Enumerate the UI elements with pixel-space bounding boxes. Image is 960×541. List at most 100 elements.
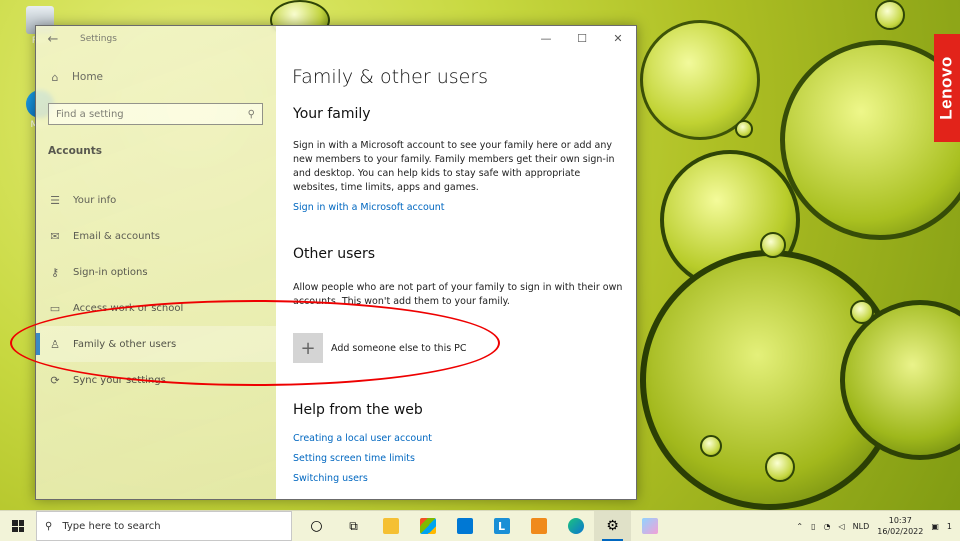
wallpaper-bubble bbox=[760, 232, 786, 258]
notification-center-icon[interactable]: ▣ bbox=[931, 522, 939, 531]
home-icon: ⌂ bbox=[51, 70, 59, 84]
people-icon: ♙ bbox=[50, 337, 60, 351]
search-icon: ⚲ bbox=[45, 520, 53, 532]
plus-icon: + bbox=[293, 333, 323, 363]
store-button[interactable] bbox=[409, 511, 446, 541]
volume-icon[interactable]: ◁ bbox=[838, 522, 844, 531]
close-button[interactable]: ✕ bbox=[600, 26, 636, 50]
network-icon[interactable]: ◔ bbox=[823, 522, 830, 531]
sidebar-item-access-work[interactable]: ▭ Access work or school bbox=[36, 290, 276, 326]
person-card-icon: ☰ bbox=[50, 193, 60, 207]
settings-content: — ☐ ✕ Family & other users Your family S… bbox=[276, 26, 636, 499]
sidebar-item-label: Sign-in options bbox=[73, 266, 148, 278]
edge-icon bbox=[567, 518, 584, 534]
search-input[interactable]: Find a setting ⚲ bbox=[48, 103, 263, 125]
file-explorer-button[interactable] bbox=[372, 511, 409, 541]
edge-button[interactable] bbox=[557, 511, 594, 541]
maximize-button[interactable]: ☐ bbox=[564, 26, 600, 50]
mail-button[interactable] bbox=[446, 511, 483, 541]
sidebar-item-label: Sync your settings bbox=[73, 374, 166, 386]
back-arrow-icon: ← bbox=[47, 31, 59, 47]
lenovo-logo-text: Lenovo bbox=[937, 56, 957, 120]
sidebar-item-your-info[interactable]: ☰ Your info bbox=[36, 182, 276, 218]
sidebar-item-label: Your info bbox=[73, 194, 117, 206]
sidebar-item-family-other-users[interactable]: ♙ Family & other users bbox=[36, 326, 276, 362]
section-label: Accounts bbox=[48, 145, 103, 157]
battery-icon[interactable]: ▯ bbox=[811, 522, 815, 531]
wallpaper-bubble bbox=[765, 452, 795, 482]
app-icon bbox=[530, 518, 547, 534]
taskbar-apps: ○ ⧉ L ⚙ bbox=[298, 511, 668, 541]
l-app-button[interactable]: L bbox=[483, 511, 520, 541]
wallpaper-bubble bbox=[735, 120, 753, 138]
close-icon: ✕ bbox=[613, 31, 623, 45]
sidebar-item-sync-settings[interactable]: ⟳ Sync your settings bbox=[36, 362, 276, 398]
other-users-heading: Other users bbox=[293, 246, 376, 262]
wallpaper-bubble bbox=[875, 0, 905, 30]
cortana-button[interactable]: ○ bbox=[298, 511, 335, 541]
sidebar-item-email-accounts[interactable]: ✉ Email & accounts bbox=[36, 218, 276, 254]
title-bar: ← Settings bbox=[36, 26, 276, 52]
minimize-icon: — bbox=[540, 31, 552, 45]
briefcase-icon: ▭ bbox=[49, 301, 61, 315]
help-heading: Help from the web bbox=[293, 402, 423, 418]
sidebar-item-label: Access work or school bbox=[73, 302, 184, 314]
other-users-description: Allow people who are not part of your fa… bbox=[293, 282, 623, 307]
mail-icon bbox=[456, 518, 473, 534]
add-someone-button[interactable]: + Add someone else to this PC bbox=[293, 333, 467, 363]
settings-button[interactable]: ⚙ bbox=[594, 511, 631, 541]
app-title: Settings bbox=[80, 34, 117, 44]
window-controls: — ☐ ✕ bbox=[528, 26, 636, 50]
task-view-button[interactable]: ⧉ bbox=[335, 511, 372, 541]
key-icon: ⚷ bbox=[50, 265, 60, 279]
sync-icon: ⟳ bbox=[50, 373, 60, 387]
sign-in-microsoft-link[interactable]: Sign in with a Microsoft account bbox=[293, 202, 445, 213]
clock[interactable]: 10:37 16/02/2022 bbox=[877, 515, 923, 537]
sidebar-nav: ☰ Your info ✉ Email & accounts ⚷ Sign-in… bbox=[36, 182, 276, 398]
sidebar-item-label: Family & other users bbox=[73, 338, 177, 350]
chevron-up-icon[interactable]: ⌃ bbox=[796, 522, 803, 531]
help-link-local-account[interactable]: Creating a local user account bbox=[293, 433, 432, 444]
minimize-button[interactable]: — bbox=[528, 26, 564, 50]
search-icon: ⚲ bbox=[247, 108, 255, 120]
help-link-screen-time[interactable]: Setting screen time limits bbox=[293, 453, 415, 464]
notification-count: 1 bbox=[946, 521, 952, 531]
cortana-icon: ○ bbox=[310, 518, 323, 534]
task-view-icon: ⧉ bbox=[349, 518, 358, 533]
sidebar-item-label: Home bbox=[72, 71, 104, 83]
add-someone-label: Add someone else to this PC bbox=[331, 342, 467, 354]
wallpaper-bubble bbox=[780, 40, 960, 240]
taskbar-search-placeholder: Type here to search bbox=[62, 520, 161, 532]
sidebar-item-label: Email & accounts bbox=[73, 230, 160, 242]
family-description: Sign in with a Microsoft account to see … bbox=[293, 140, 615, 193]
l-app-icon: L bbox=[493, 518, 510, 534]
store-icon bbox=[419, 518, 436, 534]
family-heading: Your family bbox=[293, 106, 371, 122]
sidebar-item-home[interactable]: ⌂ Home bbox=[48, 70, 104, 84]
paint-button[interactable] bbox=[631, 511, 668, 541]
clock-time: 10:37 bbox=[888, 516, 912, 525]
system-tray: ⌃ ▯ ◔ ◁ NLD 10:37 16/02/2022 ▣ 1 bbox=[796, 511, 960, 541]
help-link-switching-users[interactable]: Switching users bbox=[293, 473, 368, 484]
taskbar-search[interactable]: ⚲ Type here to search bbox=[36, 511, 292, 541]
taskbar: ⚲ Type here to search ○ ⧉ L ⚙ ⌃ ▯ ◔ ◁ NL… bbox=[0, 510, 960, 541]
settings-icon: ⚙ bbox=[606, 518, 619, 534]
maximize-icon: ☐ bbox=[577, 31, 587, 45]
search-placeholder: Find a setting bbox=[56, 108, 124, 120]
page-title: Family & other users bbox=[292, 66, 489, 88]
sidebar-item-sign-in-options[interactable]: ⚷ Sign-in options bbox=[36, 254, 276, 290]
app-button[interactable] bbox=[520, 511, 557, 541]
paint-icon bbox=[641, 518, 658, 534]
wallpaper-bubble bbox=[850, 300, 874, 324]
language-indicator[interactable]: NLD bbox=[853, 522, 870, 531]
settings-window: ← Settings ⌂ Home Find a setting ⚲ Accou… bbox=[35, 25, 637, 500]
clock-date: 16/02/2022 bbox=[877, 527, 924, 536]
settings-sidebar: ← Settings ⌂ Home Find a setting ⚲ Accou… bbox=[36, 26, 276, 499]
back-button[interactable]: ← bbox=[36, 26, 70, 52]
file-explorer-icon bbox=[382, 518, 399, 534]
start-button[interactable] bbox=[0, 511, 36, 541]
wallpaper-bubble bbox=[700, 435, 722, 457]
windows-logo-icon bbox=[12, 520, 24, 532]
lenovo-logo: Lenovo bbox=[934, 34, 960, 142]
mail-icon: ✉ bbox=[50, 229, 60, 243]
